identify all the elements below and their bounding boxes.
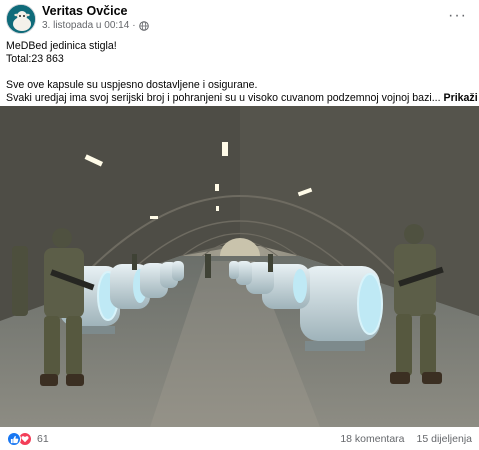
post-header: Veritas Ovčice 3. listopada u 00:14 · ··… [0,0,479,40]
reactions-summary[interactable]: 61 [7,432,49,446]
post-line-1: MeDBed jedinica stigla! [6,40,117,52]
post-meta: 3. listopada u 00:14 · [42,20,149,31]
engagement-counts: 18 komentara 15 dijeljenja [340,433,472,445]
reaction-count: 61 [37,433,49,445]
post-line-4-text: Svaki uredjaj ima svoj serijski broj i p… [6,92,441,104]
post-line-3: Sve ove kapsule su uspjesno dostavljene … [6,79,258,91]
meta-separator: · [132,20,136,31]
like-icon [7,432,21,446]
post-footer: 61 18 komentara 15 dijeljenja [0,427,479,450]
post-text: MeDBed jedinica stigla! Total:23 863 Sve… [6,40,479,105]
post-line-4: Svaki uredjaj ima svoj serijski broj i p… [6,92,479,105]
more-options-icon[interactable]: ··· [448,8,467,24]
post-image[interactable] [0,106,479,427]
shares-count[interactable]: 15 dijeljenja [417,433,472,445]
globe-icon [138,20,149,31]
post-line-2: Total:23 863 [6,53,64,65]
comments-count[interactable]: 18 komentara [340,433,404,445]
see-more-link[interactable]: Prikaži više [444,92,479,104]
author-avatar[interactable] [6,4,36,34]
post-timestamp[interactable]: 3. listopada u 00:14 [42,20,129,31]
author-name[interactable]: Veritas Ovčice [42,4,127,18]
